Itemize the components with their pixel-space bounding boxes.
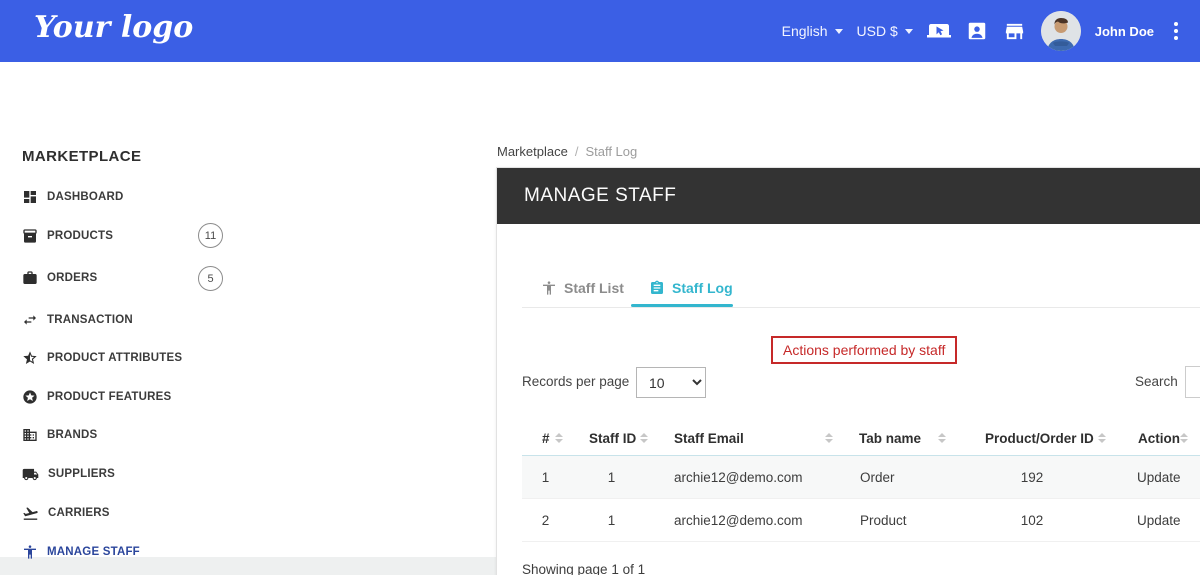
- sidebar-item-label: PRODUCT FEATURES: [47, 391, 172, 403]
- tab-staff-log[interactable]: Staff Log: [649, 280, 733, 296]
- annotation-text: Actions performed by staff: [783, 342, 946, 358]
- sidebar-item-label: SUPPLIERS: [48, 468, 115, 480]
- building-icon: [22, 427, 38, 443]
- sidebar: MARKETPLACE DASHBOARD PRODUCTS 11 ORDERS…: [0, 62, 240, 559]
- breadcrumb: Marketplace / Staff Log: [497, 144, 637, 159]
- truck-icon: [22, 466, 39, 483]
- table-row: 2 1 archie12@demo.com Product 102 Update…: [522, 499, 1200, 542]
- sidebar-item-label: ORDERS: [47, 272, 98, 284]
- topbar: Your logo English USD $ John Doe: [0, 0, 1200, 62]
- sidebar-item-dashboard[interactable]: DASHBOARD: [22, 187, 124, 207]
- chevron-down-icon: [904, 28, 913, 34]
- records-per-page-select[interactable]: 10: [636, 367, 706, 398]
- table-header-row: # Staff ID Staff Email Tab name Product/…: [522, 421, 1200, 456]
- tab-staff-list[interactable]: Staff List: [541, 280, 624, 296]
- manage-staff-panel: MANAGE STAFF Staff List Staff Log Action…: [496, 167, 1200, 575]
- staff-log-table: # Staff ID Staff Email Tab name Product/…: [522, 421, 1200, 542]
- sidebar-item-orders[interactable]: ORDERS: [22, 268, 97, 288]
- sidebar-item-label: CARRIERS: [48, 507, 110, 519]
- column-header-staff-id[interactable]: Staff ID: [569, 421, 654, 455]
- showing-page-text: Showing page 1 of 1: [522, 562, 646, 575]
- language-selector[interactable]: English: [782, 23, 843, 39]
- sidebar-item-carriers[interactable]: CARRIERS: [22, 503, 110, 523]
- sidebar-item-label: PRODUCT ATTRIBUTES: [47, 352, 183, 364]
- table-row: 1 1 archie12@demo.com Order 192 Update 2…: [522, 456, 1200, 499]
- app-root: Your logo English USD $ John Doe MARKETP…: [0, 0, 1200, 575]
- sort-icon: [1180, 433, 1188, 443]
- brand-logo[interactable]: Your logo: [34, 10, 193, 45]
- sidebar-heading: MARKETPLACE: [22, 148, 142, 165]
- annotation-box: Actions performed by staff: [771, 336, 958, 364]
- tab-label: Staff Log: [672, 280, 733, 296]
- column-header-staff-email[interactable]: Staff Email: [654, 421, 839, 455]
- sidebar-item-brands[interactable]: BRANDS: [22, 425, 97, 445]
- currency-label: USD $: [856, 23, 898, 39]
- records-per-page-label: Records per page: [522, 374, 630, 389]
- sidebar-item-products[interactable]: PRODUCTS: [22, 226, 113, 246]
- sort-icon: [555, 433, 563, 443]
- breadcrumb-marketplace[interactable]: Marketplace: [497, 144, 568, 159]
- column-header-product-order-id[interactable]: Product/Order ID: [952, 421, 1112, 455]
- user-name: John Doe: [1094, 23, 1154, 39]
- staff-account-icon[interactable]: [965, 19, 989, 43]
- star-half-icon: [22, 350, 38, 366]
- sort-icon: [938, 433, 946, 443]
- sort-icon: [1098, 433, 1106, 443]
- main-content: Marketplace / Staff Log MANAGE STAFF Sta…: [240, 62, 1200, 575]
- sidebar-item-label: MANAGE STAFF: [47, 546, 140, 558]
- column-header-index[interactable]: #: [522, 421, 569, 455]
- breadcrumb-separator: /: [574, 144, 579, 159]
- more-options-icon[interactable]: [1168, 18, 1184, 44]
- page-title: MANAGE STAFF: [524, 185, 677, 206]
- chevron-down-icon: [834, 28, 843, 34]
- breadcrumb-current: Staff Log: [585, 144, 638, 159]
- star-circle-icon: [22, 389, 38, 405]
- panel-header: MANAGE STAFF: [497, 168, 1200, 224]
- search-input[interactable]: [1185, 366, 1200, 398]
- sidebar-item-suppliers[interactable]: SUPPLIERS: [22, 464, 115, 484]
- topbar-actions: English USD $ John Doe: [782, 0, 1184, 62]
- orders-count-badge: 5: [198, 266, 223, 291]
- sidebar-item-label: DASHBOARD: [47, 191, 124, 203]
- sidebar-item-product-attributes[interactable]: PRODUCT ATTRIBUTES: [22, 348, 182, 368]
- sidebar-item-manage-staff[interactable]: MANAGE STAFF: [22, 542, 140, 562]
- sidebar-item-label: PRODUCTS: [47, 230, 114, 242]
- column-header-date[interactable]: Date: [1190, 421, 1200, 455]
- currency-selector[interactable]: USD $: [857, 23, 913, 39]
- sidebar-item-label: BRANDS: [47, 429, 98, 441]
- clipboard-log-icon: [649, 280, 665, 296]
- column-header-action[interactable]: Action: [1112, 421, 1190, 455]
- dashboard-icon: [22, 189, 38, 205]
- products-box-icon: [22, 228, 38, 244]
- sidebar-item-product-features[interactable]: PRODUCT FEATURES: [22, 387, 171, 407]
- sidebar-item-transaction[interactable]: TRANSACTION: [22, 310, 133, 330]
- visit-shop-icon[interactable]: [926, 19, 951, 43]
- language-label: English: [781, 23, 828, 39]
- swap-arrows-icon: [22, 312, 38, 328]
- sort-icon: [825, 433, 833, 443]
- search-label: Search: [1135, 374, 1178, 389]
- tabs-divider: [522, 307, 1200, 308]
- sort-icon: [640, 433, 648, 443]
- orders-briefcase-icon: [22, 270, 38, 286]
- sidebar-item-label: TRANSACTION: [47, 314, 133, 326]
- tab-label: Staff List: [564, 280, 624, 296]
- user-avatar[interactable]: [1040, 11, 1081, 51]
- person-icon: [541, 280, 557, 296]
- plane-takeoff-icon: [22, 505, 39, 522]
- column-header-tab-name[interactable]: Tab name: [839, 421, 952, 455]
- storefront-icon[interactable]: [1003, 19, 1027, 43]
- products-count-badge: 11: [198, 223, 223, 248]
- person-icon: [22, 544, 38, 560]
